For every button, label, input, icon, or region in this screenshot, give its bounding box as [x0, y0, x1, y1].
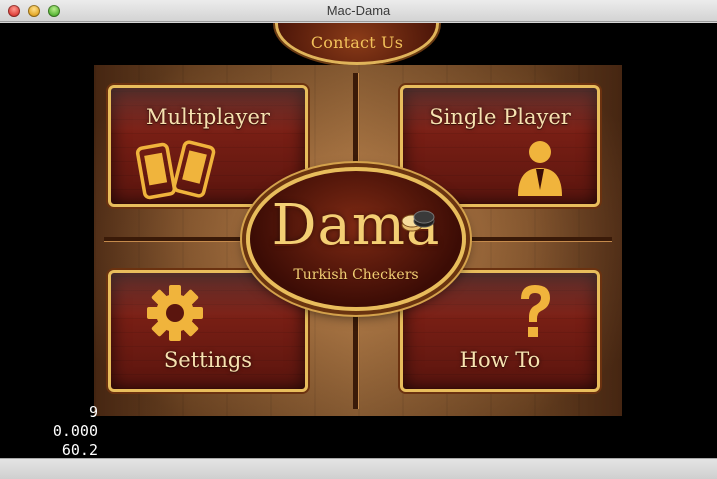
dama-logo: Dama Turkish Checkers — [246, 167, 466, 311]
main-menu-board: Multiplayer Single Player Settings How T… — [94, 65, 622, 416]
settings-label: Settings — [163, 348, 253, 372]
window-titlebar: Mac-Dama — [0, 0, 717, 22]
debug-stats: 9 0.000 60.2 — [6, 403, 98, 458]
logo-subtitle: Turkish Checkers — [293, 267, 419, 283]
question-mark-icon — [515, 281, 555, 345]
stats-draw-calls: 9 — [88, 403, 98, 421]
person-icon — [515, 138, 565, 202]
contact-us-label: Contact Us — [310, 33, 404, 52]
gear-icon — [145, 283, 205, 347]
how-to-label: How To — [459, 348, 541, 372]
game-viewport: Contact Us Multiplayer Single Player Set… — [0, 23, 717, 458]
checker-pieces-icon — [400, 209, 436, 239]
single-player-label: Single Player — [429, 105, 571, 129]
window-title: Mac-Dama — [326, 3, 391, 18]
window-bottom-bar — [0, 458, 717, 479]
stats-frame-time: 0.000 — [52, 422, 98, 440]
phones-icon — [135, 140, 225, 204]
contact-us-button[interactable]: Contact Us — [275, 23, 439, 65]
stats-fps: 60.2 — [61, 441, 98, 458]
multiplayer-label: Multiplayer — [146, 105, 270, 129]
